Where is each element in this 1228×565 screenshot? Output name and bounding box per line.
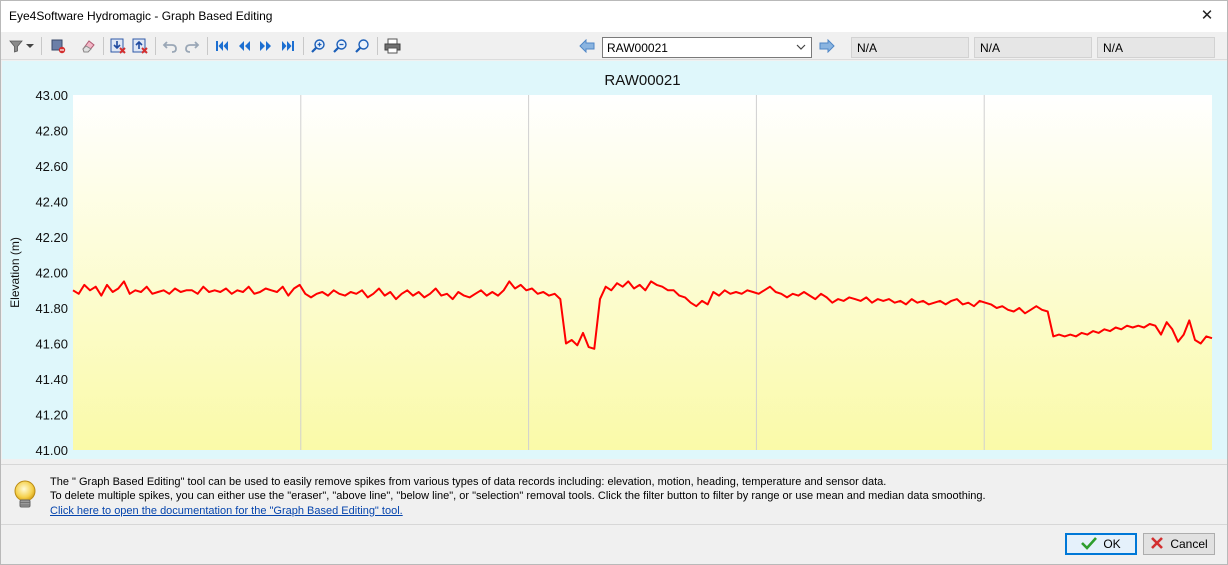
y-tick-label: 41.00	[35, 443, 68, 458]
next-record-icon[interactable]	[255, 35, 277, 57]
info-panel: The " Graph Based Editing" tool can be u…	[1, 464, 1227, 524]
documentation-link[interactable]: Click here to open the documentation for…	[50, 505, 403, 517]
status-field-1: N/A	[851, 37, 969, 58]
previous-arrow-icon[interactable]	[576, 35, 598, 57]
plot-area	[73, 95, 1212, 450]
next-arrow-icon[interactable]	[816, 35, 838, 57]
toolbar-separator	[103, 37, 104, 55]
ok-button[interactable]: OK	[1065, 533, 1137, 555]
chevron-down-icon[interactable]	[794, 40, 808, 54]
y-tick-label: 41.60	[35, 337, 68, 352]
zoom-out-icon[interactable]	[329, 35, 351, 57]
y-tick-label: 42.20	[35, 230, 68, 245]
last-record-icon[interactable]	[277, 35, 299, 57]
checkmark-icon	[1081, 536, 1098, 553]
record-select-value: RAW00021	[607, 41, 668, 55]
print-icon[interactable]	[381, 35, 403, 57]
chart-title: RAW00021	[604, 72, 680, 89]
lightbulb-icon	[11, 479, 39, 511]
cancel-button-label: Cancel	[1170, 537, 1208, 551]
first-record-icon[interactable]	[211, 35, 233, 57]
toolbar: RAW00021 N/A N/A N/A	[1, 32, 1227, 60]
status-field-2-text: N/A	[980, 41, 1001, 55]
status-field-3: N/A	[1097, 37, 1215, 58]
cancel-x-icon	[1150, 536, 1164, 553]
y-tick-label: 42.80	[35, 124, 68, 139]
record-select[interactable]: RAW00021	[602, 37, 812, 58]
zoom-in-icon[interactable]	[307, 35, 329, 57]
previous-record-icon[interactable]	[233, 35, 255, 57]
info-text-line-1: The " Graph Based Editing" tool can be u…	[50, 476, 887, 488]
dropdown-arrow-icon[interactable]	[23, 35, 37, 57]
y-tick-label: 41.20	[35, 408, 68, 423]
toolbar-separator	[155, 37, 156, 55]
cancel-button[interactable]: Cancel	[1143, 533, 1215, 555]
delete-selection-icon[interactable]	[47, 35, 69, 57]
elevation-chart[interactable]: 43.00 42.80 42.60 42.40 42.20 42.00 41.80 41.60…	[2, 61, 1227, 459]
zoom-reset-icon[interactable]	[351, 35, 373, 57]
y-tick-label: 42.40	[35, 195, 68, 210]
redo-icon[interactable]	[181, 35, 203, 57]
y-tick-label: 41.40	[35, 372, 68, 387]
info-text-line-2: To delete multiple spikes, you can eithe…	[50, 490, 986, 502]
y-axis-label: Elevation (m)	[8, 237, 22, 308]
chart-panel[interactable]: 43.00 42.80 42.60 42.40 42.20 42.00 41.80 41.60…	[2, 61, 1227, 459]
y-tick-label: 43.00	[35, 88, 68, 103]
dialog-footer: OK Cancel	[1, 524, 1227, 564]
y-tick-label: 42.00	[35, 266, 68, 281]
y-tick-label: 42.60	[35, 159, 68, 174]
y-tick-label: 41.80	[35, 301, 68, 316]
status-field-3-text: N/A	[1103, 41, 1124, 55]
status-field-1-text: N/A	[857, 41, 878, 55]
ok-button-label: OK	[1103, 537, 1121, 551]
delete-above-icon[interactable]	[129, 35, 151, 57]
title-bar: Eye4Software Hydromagic - Graph Based Ed…	[1, 1, 1227, 32]
undo-icon[interactable]	[159, 35, 181, 57]
close-icon[interactable]: ✕	[1193, 3, 1221, 29]
status-field-2: N/A	[974, 37, 1092, 58]
window-title: Eye4Software Hydromagic - Graph Based Ed…	[9, 9, 273, 23]
toolbar-separator	[207, 37, 208, 55]
eraser-icon[interactable]	[77, 35, 99, 57]
graph-editing-window: Eye4Software Hydromagic - Graph Based Ed…	[0, 0, 1228, 565]
toolbar-separator	[41, 37, 42, 55]
toolbar-separator	[377, 37, 378, 55]
delete-below-icon[interactable]	[107, 35, 129, 57]
toolbar-separator	[303, 37, 304, 55]
